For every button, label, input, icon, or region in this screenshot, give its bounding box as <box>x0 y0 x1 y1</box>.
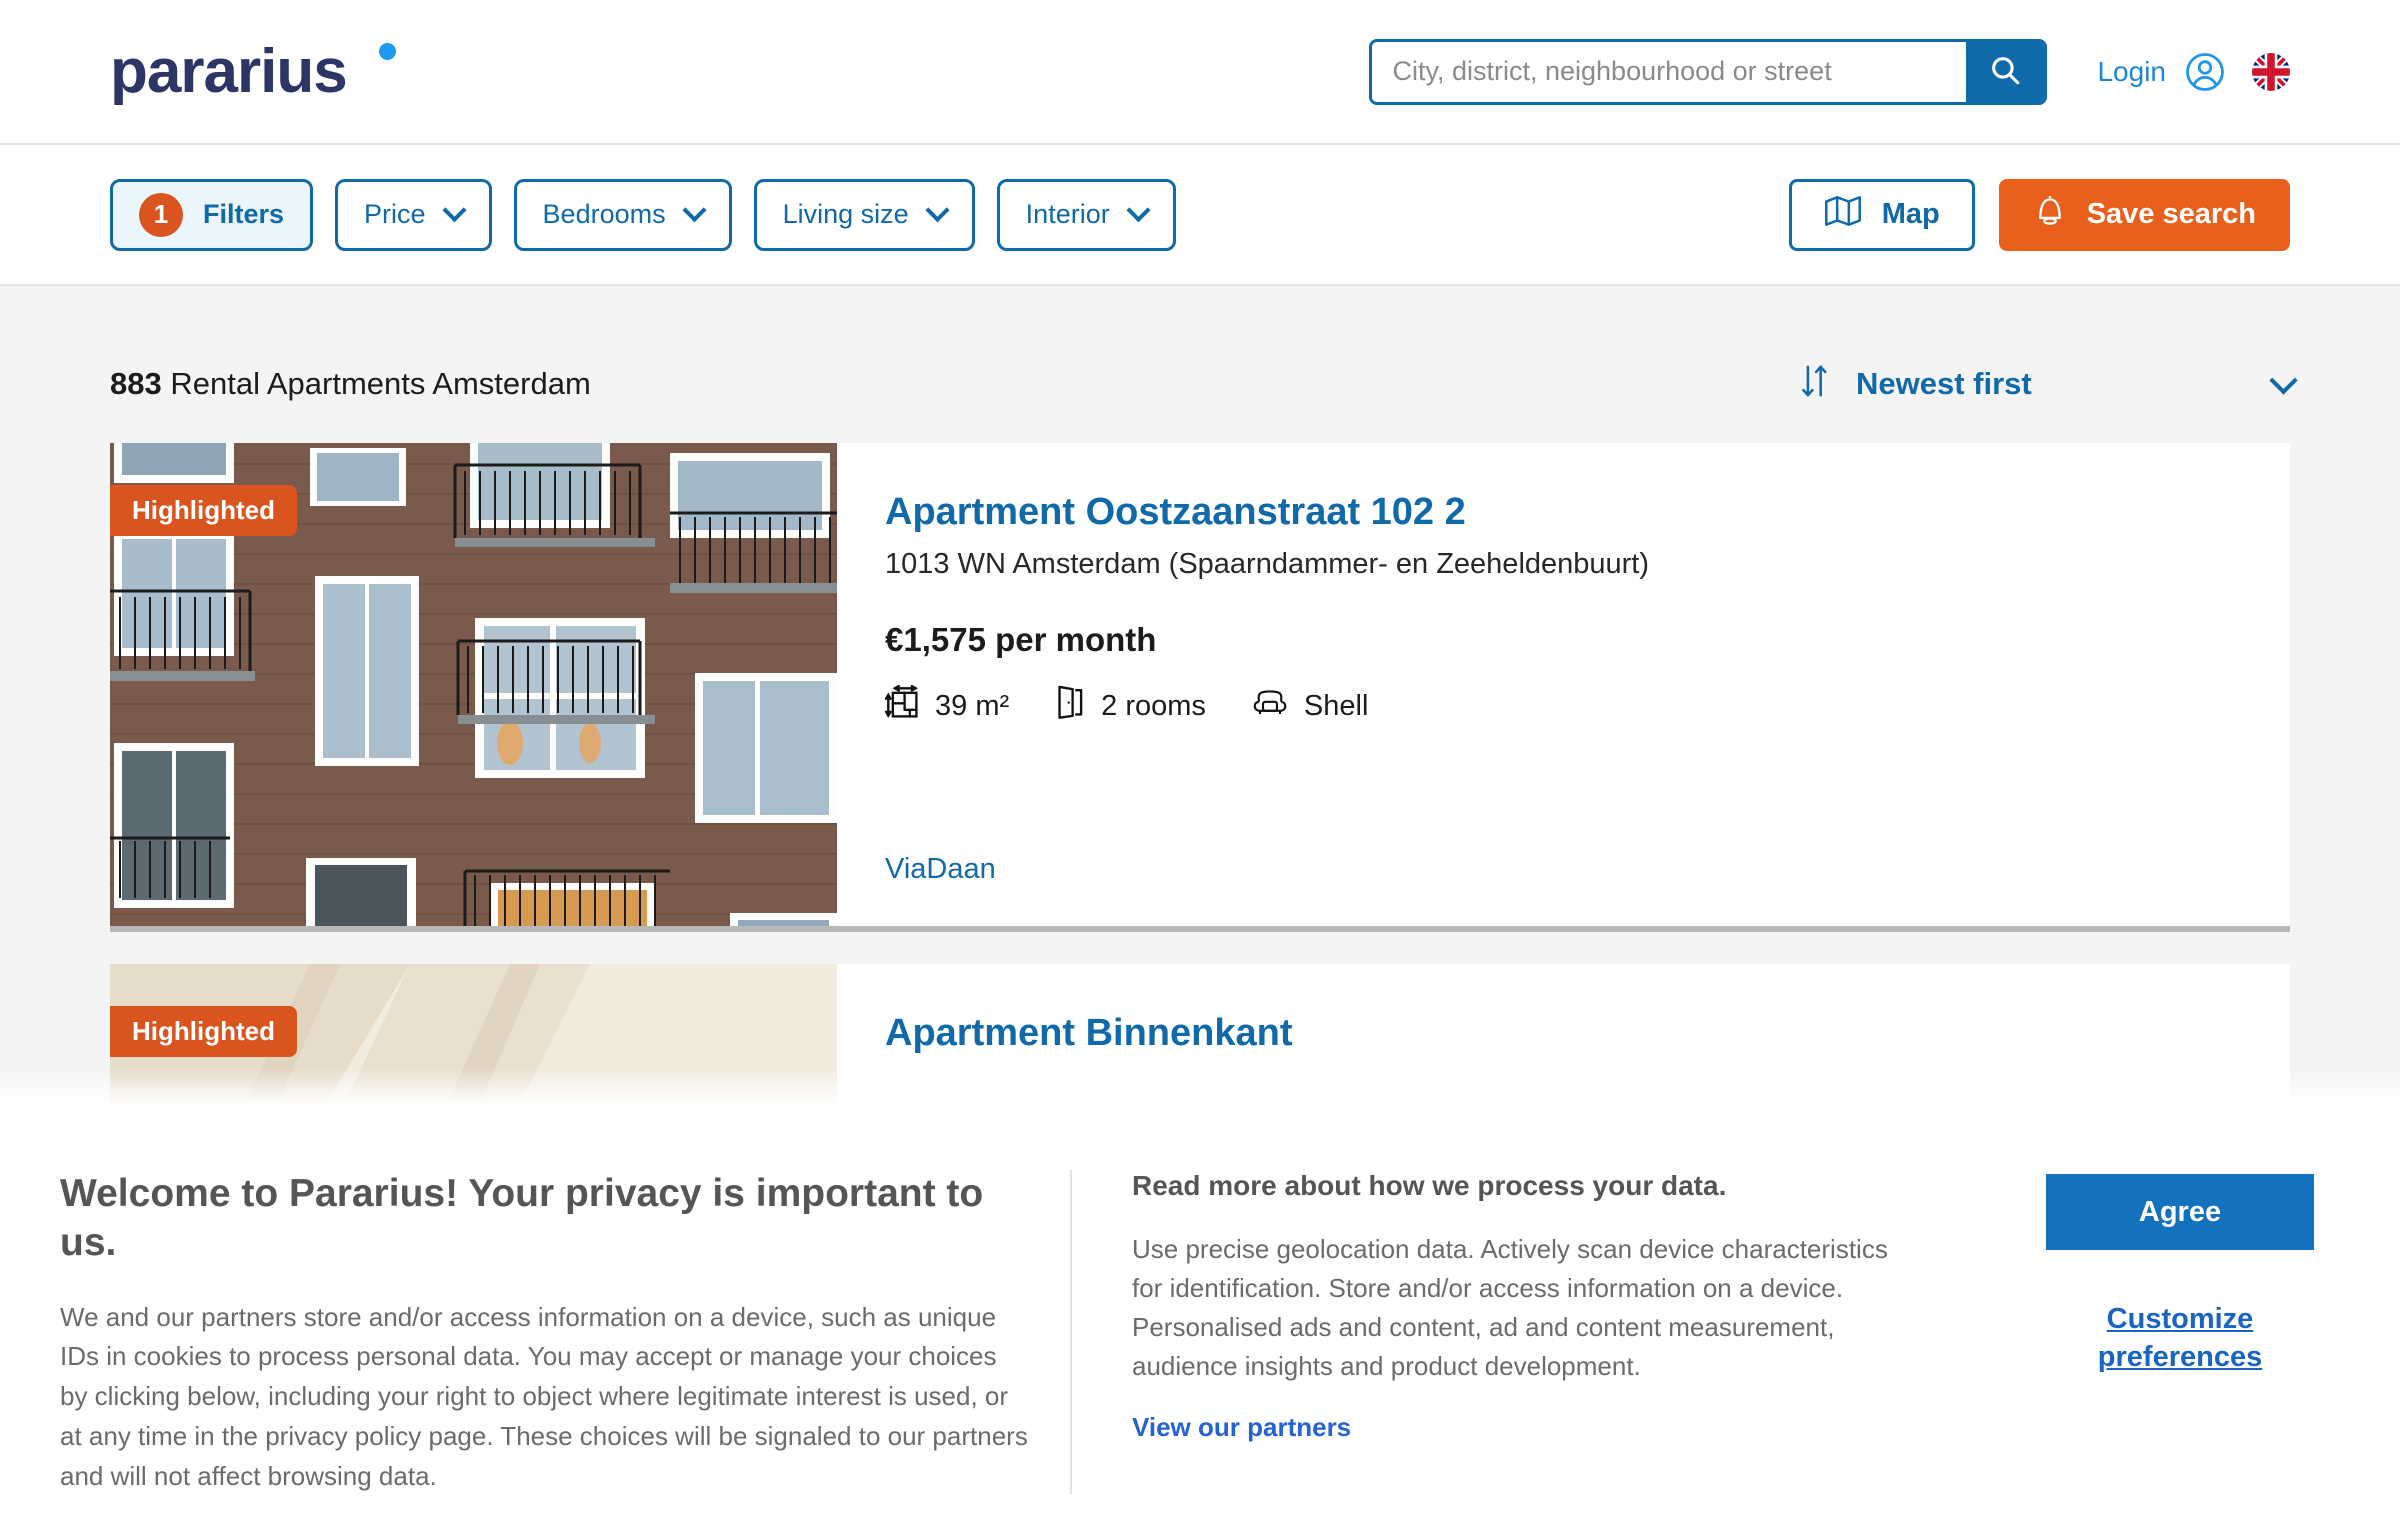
sort-dropdown[interactable]: Newest first <box>1800 364 2298 403</box>
header-right-cluster: Login <box>1369 38 2290 105</box>
map-button[interactable]: Map <box>1788 178 1975 251</box>
filter-buttons-group: 1 Filters Price Bedrooms Living size Int… <box>110 178 1176 251</box>
results-count-line: 883 Rental Apartments Amsterdam <box>110 366 591 402</box>
feature-surface-area: 39 m² <box>884 684 1010 727</box>
search-button[interactable] <box>1966 41 2045 102</box>
sort-label: Newest first <box>1856 365 2032 401</box>
cookie-consent-banner: Welcome to Pararius! Your privacy is imp… <box>0 1068 2400 1534</box>
filter-price-label: Price <box>364 199 426 229</box>
site-header: pararius Login <box>0 0 2400 143</box>
listing-address: 1013 WN Amsterdam (Spaarndammer- en Zeeh… <box>885 548 1650 580</box>
filters-count-badge: 1 <box>139 192 183 237</box>
view-partners-link[interactable]: View our partners <box>1132 1412 1351 1443</box>
filter-living-size-button[interactable]: Living size <box>753 178 975 251</box>
logo-dot-icon <box>379 42 396 60</box>
login-link[interactable]: Login <box>2097 56 2166 88</box>
cookie-primary-column: Welcome to Pararius! Your privacy is imp… <box>60 1170 1070 1534</box>
site-logo[interactable]: pararius <box>110 40 396 103</box>
chevron-down-icon <box>682 198 707 223</box>
filters-button[interactable]: 1 Filters <box>110 178 314 251</box>
cookie-body-text: We and our partners store and/or access … <box>60 1301 1028 1491</box>
filter-bedrooms-button[interactable]: Bedrooms <box>513 178 732 251</box>
filter-bar-actions: Map Save search <box>1788 178 2290 251</box>
save-search-label: Save search <box>2086 198 2256 230</box>
search-input[interactable] <box>1372 41 1967 102</box>
map-icon <box>1824 195 1862 235</box>
highlighted-badge: Highlighted <box>110 485 297 536</box>
save-search-button[interactable]: Save search <box>1998 178 2290 251</box>
results-count-suffix: Rental Apartments Amsterdam <box>170 365 591 401</box>
uk-flag-icon[interactable] <box>2252 52 2290 91</box>
map-button-label: Map <box>1881 198 1940 230</box>
highlighted-badge: Highlighted <box>110 1006 297 1057</box>
cookie-subheading: Read more about how we process your data… <box>1132 1170 1727 1201</box>
listing-price: €1,575 per month <box>885 621 1157 658</box>
chevron-down-icon <box>1126 198 1151 223</box>
chevron-down-icon <box>925 198 950 223</box>
cookie-heading: Welcome to Pararius! Your privacy is imp… <box>60 1172 984 1264</box>
feature-interior: Shell <box>1252 687 1369 725</box>
listing-details: Apartment Oostzaanstraat 102 2 1013 WN A… <box>837 443 2290 926</box>
cookie-secondary-column: Read more about how we process your data… <box>1072 1170 1972 1534</box>
sort-arrows-icon <box>1800 364 1830 403</box>
logo-text: pararius <box>110 36 348 106</box>
chevron-down-icon <box>2269 365 2298 395</box>
filter-bar: 1 Filters Price Bedrooms Living size Int… <box>0 143 2400 286</box>
listing-image[interactable]: Highlighted <box>110 443 837 926</box>
listing-features: 39 m² 2 rooms Shell <box>884 684 2290 727</box>
door-icon <box>1055 685 1085 727</box>
listing-agent-link[interactable]: ViaDaan <box>885 853 996 886</box>
search-icon <box>1988 53 2022 90</box>
filter-interior-label: Interior <box>1025 199 1110 229</box>
bell-icon <box>2033 193 2067 237</box>
listing-title-link[interactable]: Apartment Oostzaanstraat 102 2 <box>885 491 2290 534</box>
feature-interior-label: Shell <box>1303 689 1369 722</box>
feature-rooms-label: 2 rooms <box>1101 689 1206 722</box>
floorplan-icon <box>884 684 919 727</box>
listing-title-link[interactable]: Apartment Binnenkant <box>885 1012 2290 1055</box>
filter-interior-button[interactable]: Interior <box>996 178 1176 251</box>
cookie-actions-column: Agree Customize preferences <box>2020 1170 2340 1534</box>
filters-label: Filters <box>203 199 285 229</box>
feature-surface-label: 39 m² <box>935 689 1010 722</box>
chevron-down-icon <box>442 198 467 223</box>
filter-bedrooms-label: Bedrooms <box>542 199 666 229</box>
user-circle-icon[interactable] <box>2184 51 2226 93</box>
feature-rooms: 2 rooms <box>1055 685 1206 727</box>
cookie-purposes-text: Use precise geolocation data. Actively s… <box>1132 1234 1888 1381</box>
sofa-icon <box>1252 687 1288 725</box>
agree-button[interactable]: Agree <box>2046 1174 2314 1250</box>
results-count: 883 <box>110 365 162 401</box>
filter-price-button[interactable]: Price <box>335 178 492 251</box>
listing-card[interactable]: Highlighted Apartment Oostzaanstraat 102… <box>110 443 2290 932</box>
search-bar[interactable] <box>1369 38 2048 105</box>
filter-living-size-label: Living size <box>782 199 909 229</box>
results-header: 883 Rental Apartments Amsterdam Newest f… <box>110 286 2298 443</box>
customize-preferences-link[interactable]: Customize preferences <box>2080 1300 2280 1377</box>
